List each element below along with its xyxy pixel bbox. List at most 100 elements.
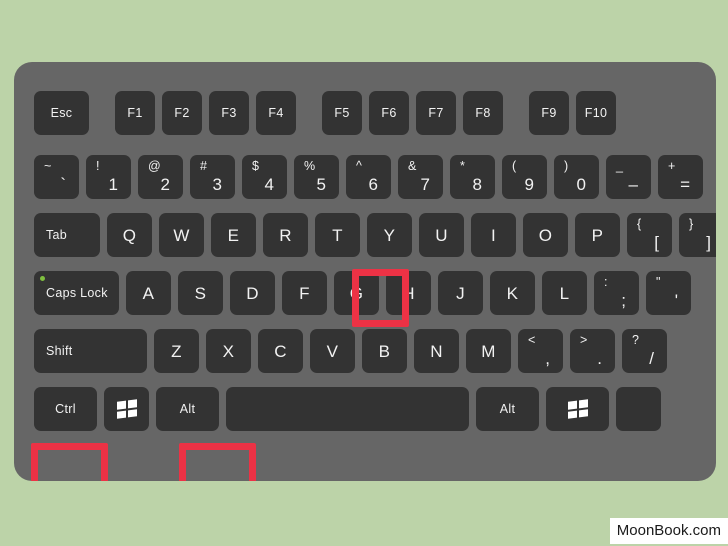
key-shift-legend: ) [564,159,569,173]
key-primary-legend: 4 [264,175,274,194]
key-w[interactable]: W [159,213,204,257]
key-label: F [299,283,310,303]
key-label: S [194,283,207,303]
key-label: L [559,283,570,303]
key-2[interactable]: @2 [138,155,183,199]
key-label: F7 [428,105,444,120]
key-blank[interactable]: + = [658,155,703,199]
key-r[interactable]: R [263,213,308,257]
key-v[interactable]: V [310,329,355,373]
key-f10[interactable]: F10 [576,91,616,135]
key-p[interactable]: P [575,213,620,257]
key-blank[interactable]: ~ ` [34,155,79,199]
key-s[interactable]: S [178,271,223,315]
key-blank[interactable]: <, [518,329,563,373]
key-shift-legend: < [528,333,536,347]
key-shift-legend: ~ [44,159,52,173]
key-primary-legend: 5 [316,175,326,194]
key-blank[interactable]: " ' [646,271,691,315]
key-primary-legend: ; [621,291,626,310]
key-caps-lock[interactable]: Caps Lock [34,271,119,315]
key-space[interactable] [226,387,469,431]
key-shift-legend: " [656,275,661,289]
key-f9[interactable]: F9 [529,91,569,135]
key-l[interactable]: L [542,271,587,315]
keyboard-row-tab-row: Tab Q W E R T Y U I O P {[}] [34,213,716,257]
key-blank[interactable]: {[ [627,213,672,257]
key-shift-legend: ( [512,159,517,173]
key-f6[interactable]: F6 [369,91,409,135]
keyboard-row-number-row: ~ `! 1 @2 #3 $4% 5 ^ 6 & 7 * 8(9) 0 _ – + = [34,155,710,199]
key-g[interactable]: G [334,271,379,315]
key-label: U [435,225,448,245]
key-primary-legend: ' [674,291,678,310]
key-alt[interactable]: Alt [156,387,219,431]
key-windows[interactable] [104,387,149,431]
key-f[interactable]: F [282,271,327,315]
key-4[interactable]: $4 [242,155,287,199]
key-t[interactable]: T [315,213,360,257]
key-k[interactable]: K [490,271,535,315]
key-f3[interactable]: F3 [209,91,249,135]
key-label: F4 [268,105,284,120]
key-shift-legend: } [689,217,694,231]
key-y[interactable]: Y [367,213,412,257]
key-j[interactable]: J [438,271,483,315]
key-label: D [246,283,259,303]
key-label: H [402,283,415,303]
key-f8[interactable]: F8 [463,91,503,135]
key-x[interactable]: X [206,329,251,373]
key-6[interactable]: ^ 6 [346,155,391,199]
key-m[interactable]: M [466,329,511,373]
key-f1[interactable]: F1 [115,91,155,135]
key-esc[interactable]: Esc [34,91,89,135]
key-label: O [538,225,553,245]
key-f7[interactable]: F7 [416,91,456,135]
key-f4[interactable]: F4 [256,91,296,135]
key-windows[interactable] [546,387,609,431]
key-label: Y [383,225,396,245]
key-blank[interactable]: :; [594,271,639,315]
key-shift-legend: ! [96,159,100,173]
key-c[interactable]: C [258,329,303,373]
key-label: R [279,225,292,245]
key-a[interactable]: A [126,271,171,315]
key-9[interactable]: (9 [502,155,547,199]
key-b[interactable]: B [362,329,407,373]
key-blank[interactable] [616,387,661,431]
key-q[interactable]: Q [107,213,152,257]
key-f5[interactable]: F5 [322,91,362,135]
key-f2[interactable]: F2 [162,91,202,135]
key-primary-legend: – [628,175,638,194]
key-u[interactable]: U [419,213,464,257]
key-1[interactable]: ! 1 [86,155,131,199]
key-3[interactable]: #3 [190,155,235,199]
key-i[interactable]: I [471,213,516,257]
key-d[interactable]: D [230,271,275,315]
key-label: Esc [50,105,73,120]
key-7[interactable]: & 7 [398,155,443,199]
key-alt[interactable]: Alt [476,387,539,431]
key-label: Z [171,341,182,361]
key-label: N [430,341,443,361]
key-0[interactable]: ) 0 [554,155,599,199]
key-shift-legend: * [460,159,465,173]
key-8[interactable]: * 8 [450,155,495,199]
key-label: Q [122,225,137,245]
key-e[interactable]: E [211,213,256,257]
key-label: P [591,225,604,245]
key-h[interactable]: H [386,271,431,315]
key-blank[interactable]: }] [679,213,716,257]
key-blank[interactable]: >. [570,329,615,373]
key-tab[interactable]: Tab [34,213,100,257]
key-blank[interactable]: _ – [606,155,651,199]
key-5[interactable]: % 5 [294,155,339,199]
key-shift[interactable]: Shift [34,329,147,373]
key-z[interactable]: Z [154,329,199,373]
key-blank[interactable]: ? / [622,329,667,373]
key-ctrl[interactable]: Ctrl [34,387,97,431]
key-shift-legend: ? [632,333,639,347]
key-label: Alt [499,401,516,416]
key-n[interactable]: N [414,329,459,373]
key-o[interactable]: O [523,213,568,257]
